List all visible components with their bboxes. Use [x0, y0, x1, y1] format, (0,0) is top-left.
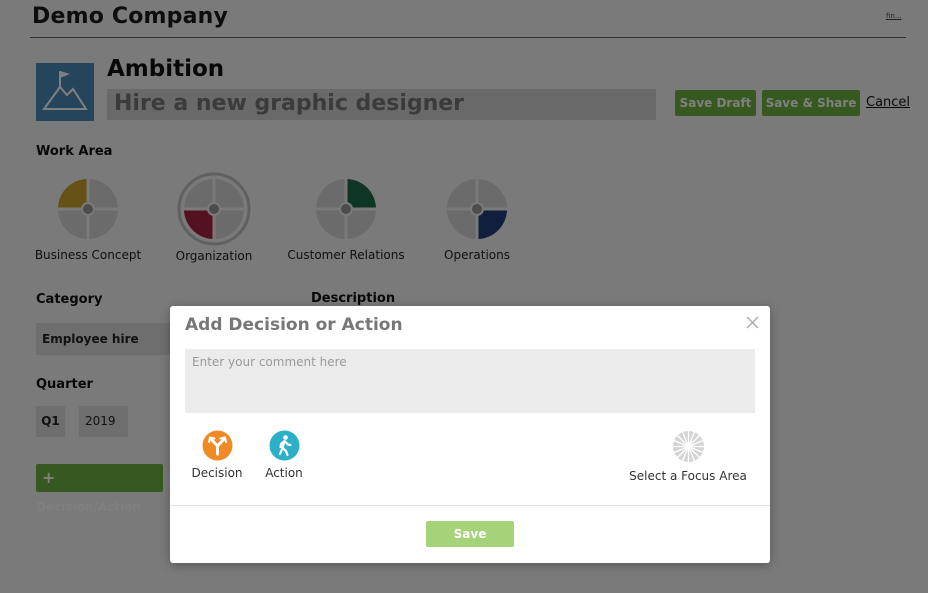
action-label: Action [265, 466, 303, 480]
focus-wheel-icon [672, 431, 704, 462]
comment-input[interactable] [185, 349, 755, 413]
decision-option[interactable]: Decision [190, 430, 244, 480]
focus-area-label: Select a Focus Area [629, 469, 747, 483]
close-icon[interactable] [746, 314, 759, 333]
decision-label: Decision [191, 466, 243, 480]
walking-person-icon [269, 430, 299, 461]
dialog-divider [170, 505, 770, 506]
add-decision-dialog: Add Decision or Action Decision Action [170, 306, 770, 563]
dialog-title: Add Decision or Action [185, 315, 403, 335]
action-option[interactable]: Action [262, 430, 306, 480]
split-arrow-icon [202, 430, 232, 461]
focus-area-selector[interactable]: Select a Focus Area [624, 430, 752, 483]
save-button[interactable]: Save [426, 521, 514, 547]
